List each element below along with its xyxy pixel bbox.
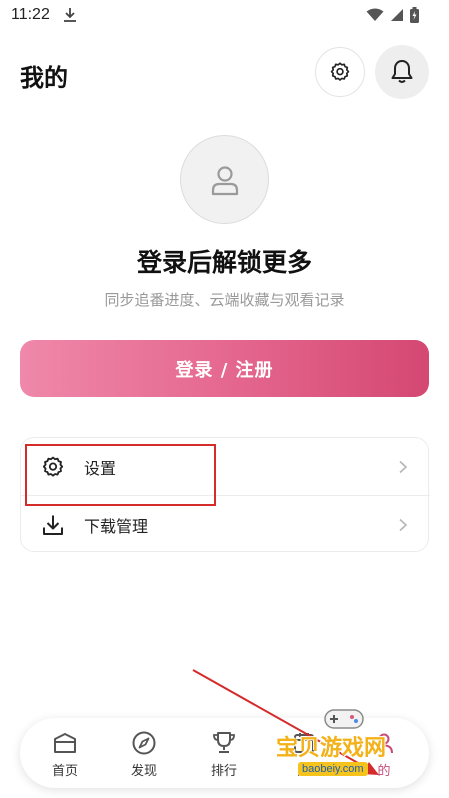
download-notification-icon	[64, 8, 76, 22]
status-bar: 11:22	[0, 0, 449, 32]
nav-item-home[interactable]: 首页	[25, 718, 105, 788]
compass-icon	[132, 731, 156, 755]
menu-item-label: 下载管理	[84, 516, 149, 536]
login-promo-subtitle: 同步追番进度、云端收藏与观看记录	[104, 291, 345, 309]
download-icon	[43, 515, 63, 535]
annotation-highlight-box	[25, 444, 216, 506]
home-icon	[54, 733, 76, 753]
login-register-button[interactable]: 登录 / 注册	[20, 340, 429, 397]
signal-icon	[391, 9, 403, 21]
nav-item-discover[interactable]: 发现	[104, 718, 184, 788]
status-time: 11:22	[11, 6, 50, 23]
nav-label: 发现	[130, 764, 157, 779]
watermark-text: 宝贝游戏网	[276, 736, 387, 761]
nav-item-ranking[interactable]: 排行	[184, 718, 264, 788]
wifi-icon	[366, 8, 384, 21]
battery-icon	[410, 7, 419, 23]
gear-icon	[330, 62, 350, 81]
nav-label: 首页	[51, 764, 78, 779]
login-promo-title: 登录后解锁更多	[136, 248, 312, 277]
settings-button[interactable]	[315, 47, 365, 97]
watermark-url: baobeiy.com	[298, 762, 368, 776]
chevron-right-icon	[399, 518, 408, 531]
page-title: 我的	[20, 64, 68, 92]
annotation-arrow	[192, 669, 379, 775]
bell-icon	[391, 60, 413, 83]
notification-button[interactable]	[375, 45, 429, 99]
watermark: 宝贝游戏网 baobeiy.com	[270, 700, 420, 790]
trophy-icon	[213, 732, 235, 753]
chevron-right-icon	[399, 460, 408, 473]
user-icon	[211, 165, 238, 195]
avatar[interactable]	[180, 135, 269, 224]
status-indicators	[366, 7, 419, 23]
nav-label: 排行	[210, 764, 237, 779]
